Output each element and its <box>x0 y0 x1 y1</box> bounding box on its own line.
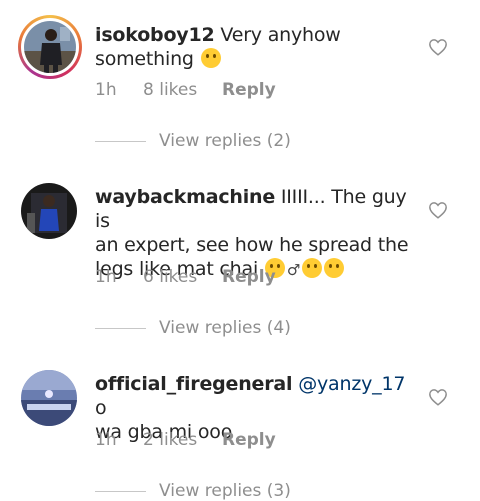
slightly-smiling-face-icon <box>200 48 221 68</box>
comment-username[interactable]: official_firegeneral <box>95 373 293 395</box>
heart-outline-icon[interactable] <box>428 388 448 406</box>
view-replies-line <box>95 140 146 142</box>
view-replies-line <box>95 327 146 329</box>
comment-meta: 1h 2 likes Reply <box>95 430 276 450</box>
reply-button[interactable]: Reply <box>222 80 276 100</box>
reply-button[interactable]: Reply <box>222 430 276 450</box>
comment-likes[interactable]: 6 likes <box>143 267 222 287</box>
comment-time: 1h <box>95 80 117 100</box>
comment-time: 1h <box>95 430 117 450</box>
view-replies-button[interactable]: View replies (4) <box>95 318 291 338</box>
view-replies-label: View replies (2) <box>159 131 291 151</box>
reply-button[interactable]: Reply <box>222 267 276 287</box>
avatar[interactable] <box>24 21 76 73</box>
heart-outline-icon[interactable] <box>428 201 448 219</box>
comment-username[interactable]: isokoboy12 <box>95 24 215 46</box>
view-replies-button[interactable]: View replies (2) <box>95 131 291 151</box>
view-replies-label: View replies (4) <box>159 318 291 338</box>
face-with-tears-of-joy-icon <box>324 258 345 278</box>
comment-username[interactable]: waybackmachine <box>95 186 275 208</box>
heart-outline-icon[interactable] <box>428 38 448 56</box>
avatar[interactable] <box>21 183 77 239</box>
avatar[interactable] <box>21 370 77 426</box>
comment-body: o <box>95 397 107 419</box>
comment-likes[interactable]: 2 likes <box>143 430 222 450</box>
mention-link[interactable]: @yanzy_17 <box>298 373 405 395</box>
comment-body: Very anyhow <box>214 24 341 46</box>
comment-meta: 1h 8 likes Reply <box>95 80 276 100</box>
male-sign: ♂ <box>286 261 301 279</box>
view-replies-button[interactable]: View replies (3) <box>95 481 291 501</box>
comment-meta: 1h 6 likes Reply <box>95 267 276 287</box>
view-replies-line <box>95 490 146 492</box>
comment-text: isokoboy12 Very anyhow something <box>95 23 415 71</box>
screaming-face-icon <box>302 258 323 278</box>
comment-time: 1h <box>95 267 117 287</box>
comment-likes[interactable]: 8 likes <box>143 80 222 100</box>
story-ring[interactable] <box>18 15 82 79</box>
comment-body: an expert, see how he spread the <box>95 234 409 256</box>
view-replies-label: View replies (3) <box>159 481 291 501</box>
comment-body: something <box>95 48 200 70</box>
